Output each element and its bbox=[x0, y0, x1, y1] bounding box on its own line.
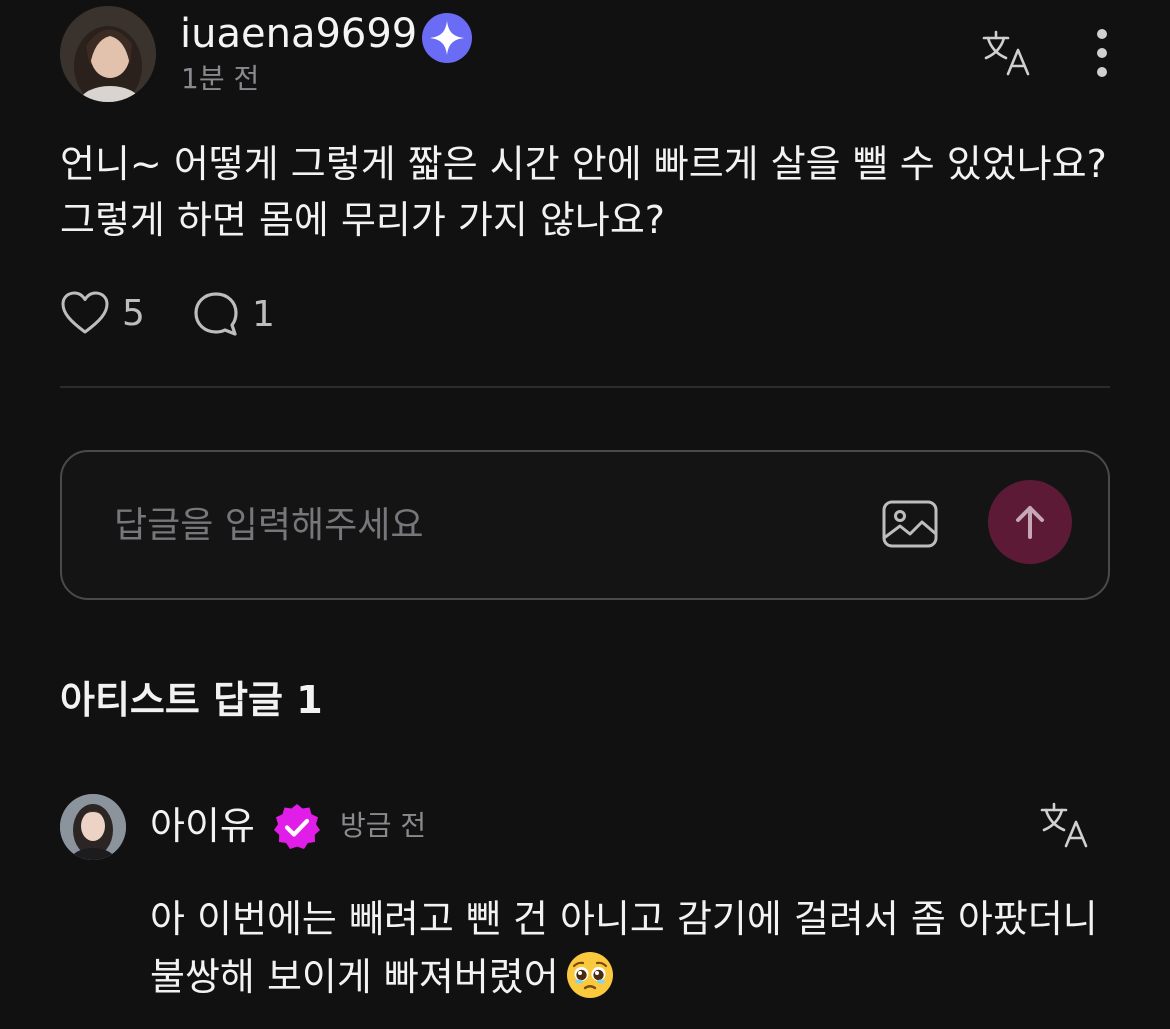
artist-reply-body: 아 이번에는 빼려고 뺀 건 아니고 감기에 걸려서 좀 아팠더니 불쌍해 보이… bbox=[150, 890, 1130, 1006]
pleading-face-emoji bbox=[565, 950, 615, 1000]
like-count: 5 bbox=[122, 292, 145, 334]
artist-username[interactable]: 아이유 bbox=[150, 802, 255, 850]
artist-avatar[interactable] bbox=[60, 794, 126, 860]
reply-composer bbox=[60, 450, 1110, 600]
attach-image-button[interactable] bbox=[880, 494, 940, 554]
arrow-up-icon bbox=[1016, 506, 1044, 539]
image-icon bbox=[882, 500, 938, 548]
comment-button[interactable]: 1 bbox=[192, 290, 275, 338]
like-button[interactable]: 5 bbox=[60, 290, 145, 336]
artist-reply-text: 아 이번에는 빼려고 뺀 건 아니고 감기에 걸려서 좀 아팠더니 불쌍해 보이… bbox=[150, 897, 1098, 999]
artist-replies-heading: 아티스트 답글 1 bbox=[60, 678, 323, 722]
translate-icon bbox=[1040, 802, 1088, 848]
comment-count: 1 bbox=[252, 293, 275, 335]
reply-translate-button[interactable] bbox=[1038, 800, 1090, 852]
heart-icon bbox=[61, 291, 109, 334]
divider bbox=[60, 386, 1110, 388]
more-vertical-icon bbox=[1097, 29, 1107, 77]
verified-check-icon bbox=[272, 802, 322, 852]
translate-icon bbox=[982, 30, 1030, 76]
post-author-avatar[interactable] bbox=[60, 6, 156, 102]
reply-input[interactable] bbox=[112, 492, 876, 558]
post-translate-button[interactable] bbox=[980, 28, 1032, 80]
comment-bubble-icon bbox=[194, 292, 238, 336]
post-username[interactable]: iuaena9699 bbox=[180, 10, 417, 58]
post-timestamp: 1분 전 bbox=[181, 62, 260, 95]
post-body: 언니~ 어떻게 그렇게 짧은 시간 안에 빠르게 살을 뺄 수 있었나요? 그렇… bbox=[60, 142, 1107, 242]
more-options-button[interactable] bbox=[1080, 26, 1124, 82]
verified-sparkle-icon bbox=[421, 12, 473, 64]
artist-reply-timestamp: 방금 전 bbox=[340, 809, 427, 842]
send-reply-button[interactable] bbox=[988, 480, 1072, 564]
